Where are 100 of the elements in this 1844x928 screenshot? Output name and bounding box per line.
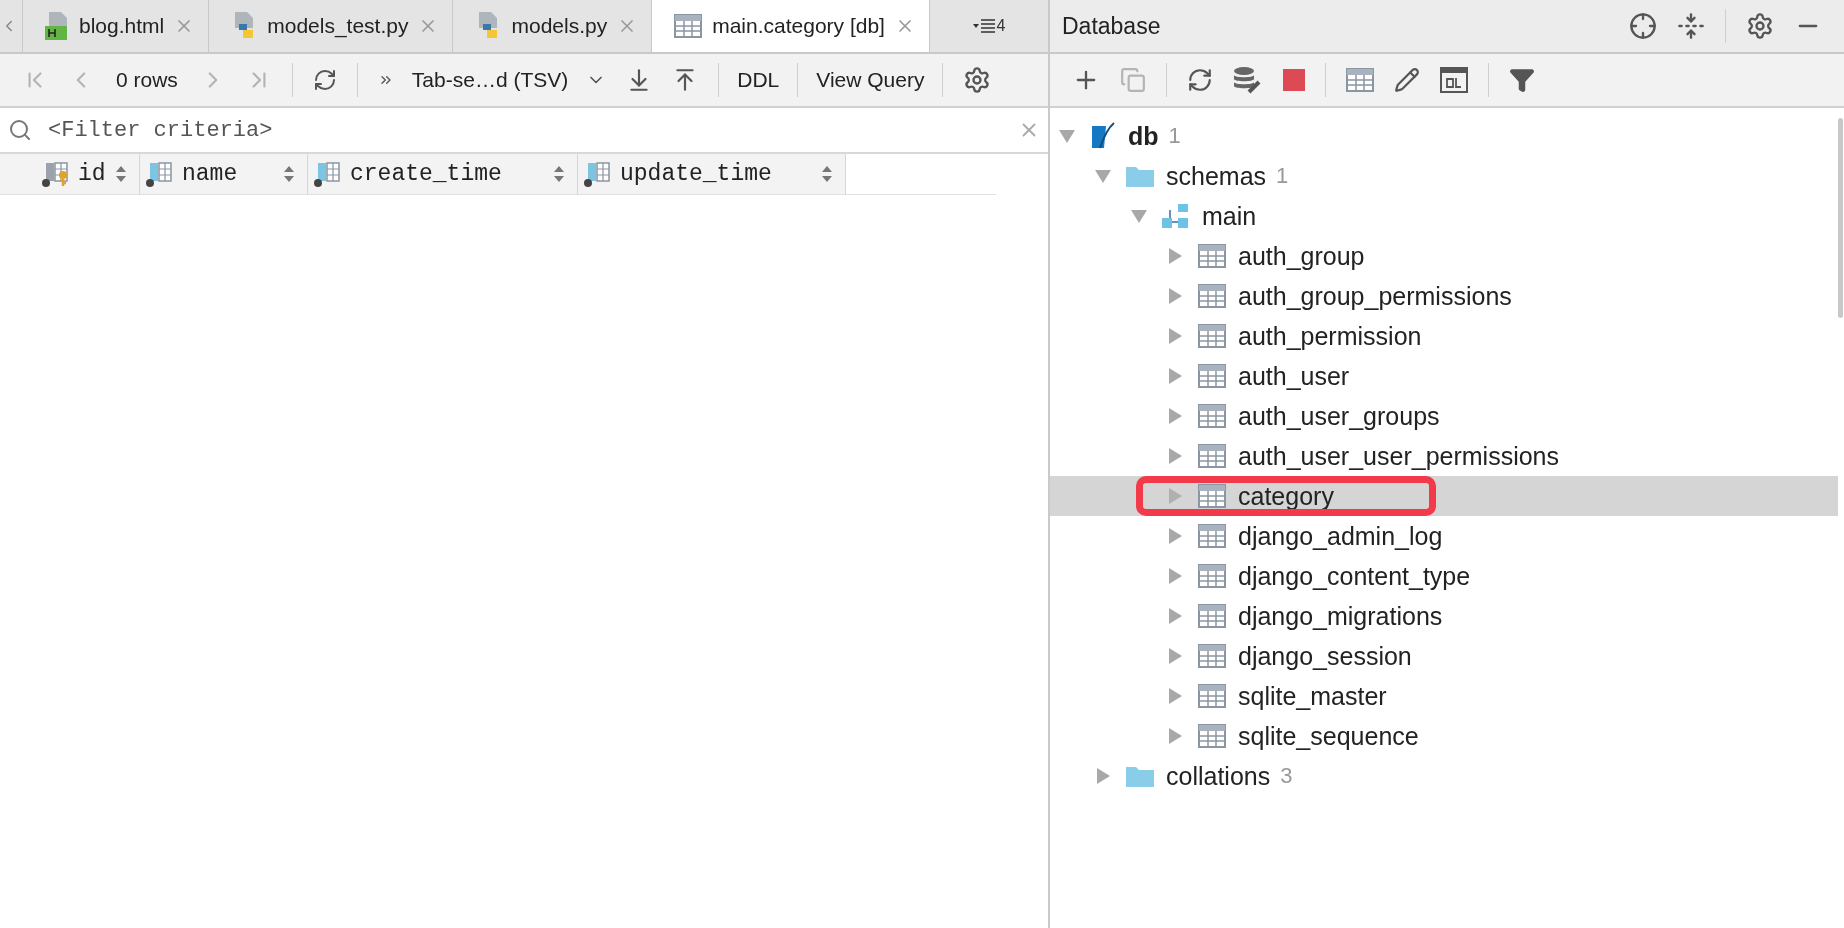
table-icon <box>1198 444 1226 468</box>
tree-item[interactable]: django_content_type <box>1050 556 1838 596</box>
table-icon <box>1198 724 1226 748</box>
expand-arrow-icon[interactable] <box>1166 327 1184 345</box>
tree-item[interactable]: django_migrations <box>1050 596 1838 636</box>
tab-label: blog.html <box>79 14 165 38</box>
item-count: 3 <box>1280 763 1293 789</box>
sort-icon[interactable] <box>553 165 565 183</box>
table-icon <box>1198 684 1226 708</box>
tree-item-label: auth_user_groups <box>1238 401 1440 431</box>
column-name: create_time <box>350 161 503 187</box>
collapse-arrow-icon[interactable] <box>1130 207 1148 225</box>
filter-field[interactable]: <Filter criteria> <box>46 116 1004 144</box>
tree-item[interactable]: schemas 1 <box>1050 156 1838 196</box>
collapse-arrow-icon[interactable] <box>1058 127 1076 145</box>
format-dropdown[interactable]: Tab-se…d (TSV) <box>403 68 577 92</box>
table-icon <box>1198 644 1226 668</box>
table-icon <box>674 14 703 38</box>
tree-item[interactable]: auth_user_user_permissions <box>1050 436 1838 476</box>
tree-item-label: auth_permission <box>1238 321 1422 351</box>
tab-label: models_test.py <box>267 14 409 38</box>
tree-item[interactable]: db 1 <box>1050 116 1838 156</box>
tree-item-label: sqlite_master <box>1238 681 1387 711</box>
table-icon <box>1198 284 1226 308</box>
item-count: 1 <box>1276 163 1289 189</box>
tree-item-label: django_admin_log <box>1238 521 1443 551</box>
table-icon <box>1198 524 1226 548</box>
table-icon <box>1198 324 1226 348</box>
tree-item-label: schemas <box>1166 161 1267 191</box>
column-icon <box>146 161 174 187</box>
sort-icon[interactable] <box>283 165 295 183</box>
schema-icon <box>1162 204 1190 228</box>
column-icon <box>314 161 342 187</box>
tree-item[interactable]: auth_permission <box>1050 316 1838 356</box>
tree-item-label: auth_user <box>1238 361 1350 391</box>
column-name: update_time <box>620 161 773 187</box>
toolbar-button[interactable]: View Query <box>808 68 933 92</box>
toolbar-button[interactable]: DDL <box>729 68 788 92</box>
collapse-arrow-icon[interactable] <box>1094 167 1112 185</box>
column-header[interactable]: update_time <box>578 154 846 194</box>
folder-icon <box>1126 165 1154 187</box>
expand-arrow-icon[interactable] <box>1166 407 1184 425</box>
key-column-icon <box>42 161 70 187</box>
column-icon <box>584 161 612 187</box>
tree-item[interactable]: category <box>1050 476 1838 516</box>
column-header[interactable]: create_time <box>308 154 578 194</box>
tree-item[interactable]: main <box>1050 196 1838 236</box>
tree-item-label: auth_group_permissions <box>1238 281 1512 311</box>
database-icon <box>1090 122 1116 150</box>
tab-label: models.py <box>511 14 608 38</box>
list-icon <box>972 19 995 33</box>
tree-item[interactable]: auth_user_groups <box>1050 396 1838 436</box>
search-icon <box>8 118 32 142</box>
tab-label: main.category [db] <box>712 14 885 38</box>
tree-item-label: auth_user_user_permissions <box>1238 441 1559 471</box>
column-header[interactable]: id <box>0 154 140 194</box>
tree-item-label: category <box>1238 481 1334 511</box>
expand-arrow-icon[interactable] <box>1166 487 1184 505</box>
sort-icon[interactable] <box>115 165 127 183</box>
sort-icon[interactable] <box>821 165 833 183</box>
tree-item[interactable]: sqlite_master <box>1050 676 1838 716</box>
tree-item[interactable]: sqlite_sequence <box>1050 716 1838 756</box>
tree-item-label: django_session <box>1238 641 1412 671</box>
tree-item[interactable]: collations 3 <box>1050 756 1838 796</box>
html-file-icon <box>45 12 69 40</box>
table-icon <box>1198 244 1226 268</box>
tree-item[interactable]: auth_group_permissions <box>1050 276 1838 316</box>
tree-item-label: collations <box>1166 761 1271 791</box>
column-header[interactable]: name <box>140 154 308 194</box>
tab-overflow-button[interactable]: 4 <box>929 0 1048 52</box>
panel-title: Database <box>1062 12 1162 40</box>
column-name: id <box>78 161 107 187</box>
expand-arrow-icon[interactable] <box>1166 527 1184 545</box>
folder-icon <box>1126 765 1154 787</box>
scrollbar[interactable] <box>1838 118 1843 318</box>
expand-arrow-icon[interactable] <box>1166 287 1184 305</box>
tree-item[interactable]: auth_user <box>1050 356 1838 396</box>
tree-item-label: django_migrations <box>1238 601 1443 631</box>
tree-item[interactable]: django_admin_log <box>1050 516 1838 556</box>
tree-item[interactable]: django_session <box>1050 636 1838 676</box>
expand-arrow-icon[interactable] <box>1094 767 1112 785</box>
tree-item[interactable]: auth_group <box>1050 236 1838 276</box>
table-icon <box>1198 604 1226 628</box>
column-name: name <box>182 161 239 187</box>
expand-arrow-icon[interactable] <box>1166 687 1184 705</box>
table-icon <box>1198 484 1226 508</box>
expand-arrow-icon[interactable] <box>1166 647 1184 665</box>
expand-arrow-icon[interactable] <box>1166 367 1184 385</box>
tree-item-label: main <box>1202 201 1257 231</box>
tree-item-label: db <box>1128 121 1159 151</box>
expand-arrow-icon[interactable] <box>1166 727 1184 745</box>
tree-item-label: auth_group <box>1238 241 1365 271</box>
item-count: 1 <box>1168 123 1181 149</box>
expand-arrow-icon[interactable] <box>1166 447 1184 465</box>
expand-arrow-icon[interactable] <box>1166 607 1184 625</box>
expand-arrow-icon[interactable] <box>1166 567 1184 585</box>
expand-arrow-icon[interactable] <box>1166 247 1184 265</box>
table-icon <box>1198 404 1226 428</box>
row-count: 0 rows <box>115 68 179 92</box>
editor-tab[interactable]: main.category [db] <box>652 0 930 52</box>
